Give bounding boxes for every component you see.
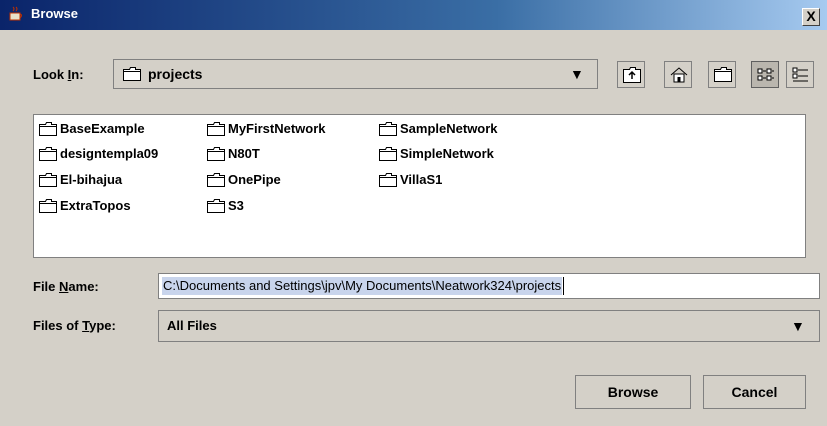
folder-icon	[379, 122, 397, 136]
folder-name: OnePipe	[228, 172, 281, 187]
home-button[interactable]	[664, 61, 692, 88]
browse-button[interactable]: Browse	[575, 375, 691, 409]
file-name-field[interactable]: C:\Documents and Settings\jpv\My Documen…	[158, 273, 820, 299]
up-folder-icon	[623, 67, 641, 83]
new-folder-button[interactable]	[708, 61, 736, 88]
chevron-down-icon[interactable]: ▼	[570, 66, 584, 82]
folder-icon	[207, 173, 225, 187]
folder-name: SimpleNetwork	[400, 146, 494, 161]
folder-icon	[39, 122, 57, 136]
folder-icon	[39, 199, 57, 213]
folder-name: N80T	[228, 146, 260, 161]
list-view-icon	[757, 68, 774, 81]
home-icon	[670, 67, 688, 83]
folder-icon	[207, 122, 225, 136]
text-caret	[563, 277, 564, 295]
close-button[interactable]: X	[802, 8, 820, 26]
title-bar[interactable]: Browse X	[0, 0, 827, 30]
folder-icon	[207, 147, 225, 161]
files-of-type-label: Files of Type:	[33, 318, 116, 333]
folder-icon	[123, 67, 141, 81]
files-of-type-value: All Files	[167, 318, 217, 333]
list-view-button[interactable]	[751, 61, 779, 88]
folder-icon	[39, 147, 57, 161]
folder-name: MyFirstNetwork	[228, 121, 326, 136]
look-in-value: projects	[148, 66, 203, 82]
details-view-icon	[792, 67, 808, 82]
file-name-value: C:\Documents and Settings\jpv\My Documen…	[162, 277, 563, 295]
folder-icon	[39, 173, 57, 187]
folder-name: BaseExample	[60, 121, 145, 136]
look-in-label: Look In:	[33, 67, 84, 82]
folder-name: VillaS1	[400, 172, 443, 187]
chevron-down-icon[interactable]: ▼	[791, 318, 805, 334]
file-name-label: File Name:	[33, 279, 99, 294]
up-one-level-button[interactable]	[617, 61, 645, 88]
folder-icon	[207, 199, 225, 213]
folder-icon	[379, 173, 397, 187]
folder-name: designtempla09	[60, 146, 159, 161]
new-folder-icon	[714, 67, 732, 82]
folder-name: S3	[228, 198, 244, 213]
folder-name: ExtraTopos	[60, 198, 131, 213]
details-view-button[interactable]	[786, 61, 814, 88]
cancel-button[interactable]: Cancel	[703, 375, 806, 409]
browse-dialog: Browse X Look In: projects ▼ BaseExample…	[0, 0, 827, 426]
folder-name: SampleNetwork	[400, 121, 498, 136]
folder-icon	[379, 147, 397, 161]
window-title: Browse	[31, 6, 78, 21]
look-in-combo[interactable]: projects ▼	[113, 59, 598, 89]
folder-name: El-bihajua	[60, 172, 123, 187]
file-list[interactable]: BaseExample designtempla09 El-bihajua Extra…	[33, 114, 806, 258]
java-cup-icon	[9, 6, 22, 21]
files-of-type-combo[interactable]: All Files ▼	[158, 310, 820, 342]
